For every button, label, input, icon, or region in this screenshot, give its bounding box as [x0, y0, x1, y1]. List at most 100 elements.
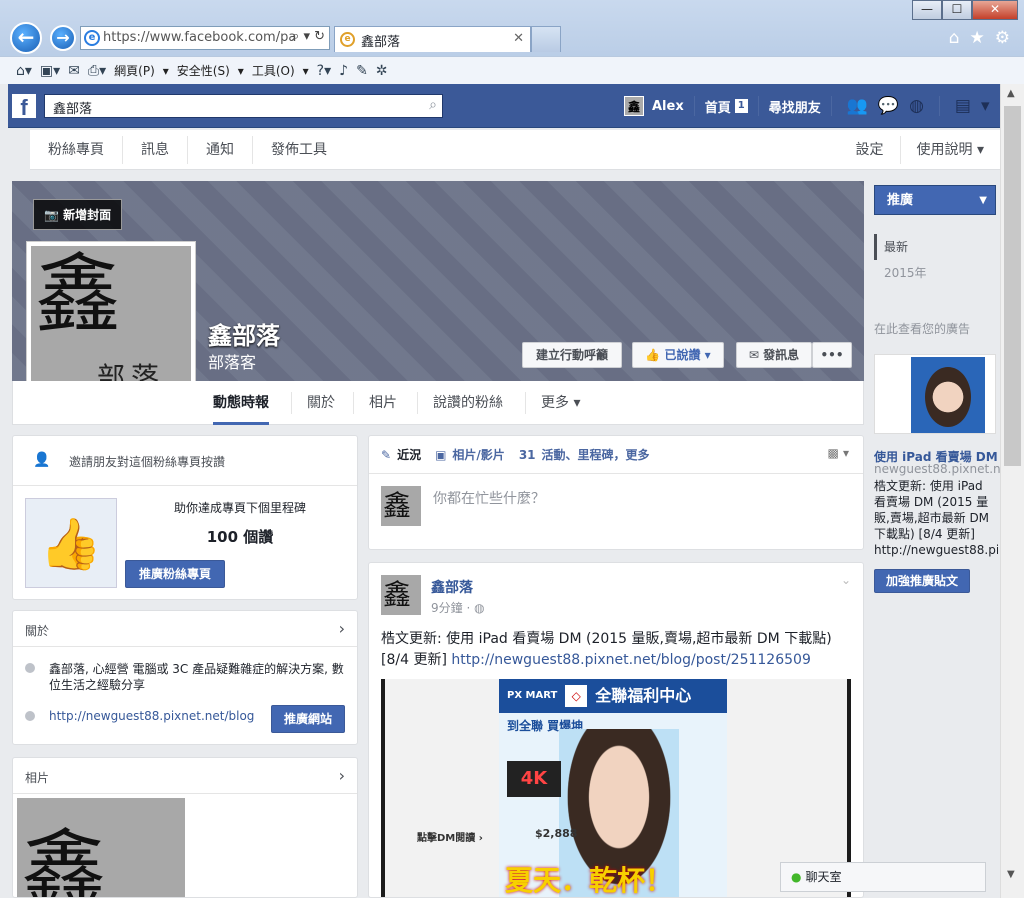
scroll-thumb[interactable]: [1004, 106, 1021, 466]
tab-photos[interactable]: 相片: [369, 381, 397, 425]
tab-more[interactable]: 更多 ▾: [541, 381, 580, 425]
create-cta-button[interactable]: 建立行動呼籲: [522, 342, 622, 368]
tab-about[interactable]: 關於: [307, 381, 335, 425]
account-menu-icon[interactable]: ▾: [981, 96, 990, 116]
address-text: https://www.facebook.com/pa: [103, 30, 297, 45]
boost-post-button[interactable]: 加強推廣貼文: [874, 569, 970, 593]
address-bar[interactable]: e https://www.facebook.com/pa ⌕ ▾ ↻: [80, 26, 330, 50]
composer-tab-photo[interactable]: ▣ 相片/影片: [435, 446, 505, 463]
year-latest[interactable]: 最新: [874, 234, 927, 260]
page-menu[interactable]: 網頁(P): [114, 62, 155, 79]
about-title[interactable]: 關於: [25, 624, 49, 638]
add-cover-button[interactable]: 📷 新增封面: [33, 199, 123, 230]
ad-url[interactable]: newguest88.pixnet.net: [874, 462, 1013, 476]
photos-title[interactable]: 相片: [25, 771, 49, 785]
search-input[interactable]: 鑫部落 ⌕: [44, 94, 443, 118]
nav-settings[interactable]: 設定: [840, 135, 901, 164]
nav-page[interactable]: 粉絲專頁: [30, 135, 123, 164]
goal-line: 助你達成專頁下個里程碑: [173, 501, 306, 515]
facebook-topbar: f 鑫部落 ⌕ 鑫 Alex 首頁 1 尋找朋友 👥 💬 ◍ ▤ ▾: [8, 84, 1000, 128]
addon-icon[interactable]: ♪: [339, 63, 348, 79]
close-tab-icon[interactable]: ✕: [513, 31, 524, 46]
post-time[interactable]: 9分鐘 · ◍: [431, 599, 485, 616]
rss-icon[interactable]: ▣▾: [40, 63, 60, 79]
home-icon[interactable]: ⌂: [949, 28, 960, 48]
tab-timeline[interactable]: 動態時報: [213, 381, 269, 425]
ad-image[interactable]: [874, 354, 996, 434]
pxmart-logo-icon: ◇: [565, 685, 588, 707]
user-name[interactable]: Alex: [652, 99, 684, 114]
browser-chrome: — ☐ ✕ ← → e https://www.facebook.com/pa …: [0, 0, 1024, 84]
search-refresh-icons[interactable]: ⌕ ▾ ↻: [292, 29, 325, 44]
tab-likes[interactable]: 說讚的粉絲: [433, 381, 503, 425]
composer-input[interactable]: 你都在忙些什麼？: [433, 488, 545, 508]
invite-friends-card: 👤 邀請朋友對這個粉絲專頁按讚 👍 助你達成專頁下個里程碑 100 個讚 推廣粉…: [12, 435, 358, 600]
help-icon[interactable]: ?▾: [317, 63, 331, 79]
page-category: 部落客: [208, 353, 257, 372]
nav-notifications[interactable]: 通知: [188, 135, 253, 164]
scroll-down-icon[interactable]: ▼: [1007, 869, 1015, 880]
browser-tab[interactable]: e 鑫部落 ✕: [334, 26, 531, 52]
post-author[interactable]: 鑫部落: [431, 577, 473, 597]
send-message-button[interactable]: ✉ 發訊息: [736, 342, 812, 368]
messages-icon[interactable]: 💬: [878, 96, 899, 116]
promote-page-button[interactable]: 推廣粉絲專頁: [125, 560, 225, 588]
post-link[interactable]: http://newguest88.pixnet.net/blog/post/2…: [451, 652, 811, 668]
post-as-selector[interactable]: ▩ ▾: [827, 446, 849, 460]
notifications-globe-icon[interactable]: ◍: [909, 96, 924, 116]
dm-price: $2,888: [535, 827, 578, 840]
nav-help[interactable]: 使用說明 ▾: [901, 136, 1000, 164]
liked-button[interactable]: 👍 已說讚 ▾: [632, 342, 724, 368]
print-icon[interactable]: ⎙▾: [88, 63, 106, 79]
addon-icon-2[interactable]: ✎: [356, 63, 368, 79]
mail-icon[interactable]: ✉: [68, 63, 80, 79]
find-friends-link[interactable]: 尋找朋友: [769, 97, 821, 116]
forward-button[interactable]: →: [50, 25, 76, 51]
nav-publishing-tools[interactable]: 發佈工具: [253, 136, 345, 164]
friend-requests-icon[interactable]: 👥: [847, 96, 868, 116]
home-icon[interactable]: ⌂▾: [16, 63, 32, 79]
ie-icon: e: [84, 30, 100, 46]
tools-menu[interactable]: 工具(O): [252, 62, 295, 79]
post-avatar[interactable]: 鑫: [381, 575, 421, 615]
composer-tab-status[interactable]: ✎ 近況: [381, 446, 421, 463]
home-link[interactable]: 首頁: [705, 97, 731, 116]
cover-photo: 📷 新增封面 鑫 部落 📷 鑫部落 部落客 建立行動呼籲 👍 已說讚 ▾ ✉ 發…: [12, 181, 864, 411]
maximize-button[interactable]: ☐: [942, 0, 972, 20]
chat-bar[interactable]: ● 聊天室: [780, 862, 986, 892]
year-filter: 最新 2015年: [874, 234, 927, 286]
nav-messages[interactable]: 訊息: [123, 135, 188, 164]
about-card: 關於 › 鑫部落, 心經營 電腦或 3C 產品疑難雜症的解決方案, 數位生活之經…: [12, 610, 358, 745]
invite-text[interactable]: 邀請朋友對這個粉絲專頁按讚: [69, 455, 225, 469]
new-tab-button[interactable]: [531, 26, 561, 52]
back-button[interactable]: ←: [10, 22, 42, 54]
minimize-button[interactable]: —: [912, 0, 942, 20]
chevron-down-icon[interactable]: ⌄: [841, 573, 851, 587]
thumbs-up-icon: 👍: [25, 498, 117, 588]
dm-side-label: 點擊DM閱讀 ›: [417, 833, 483, 844]
calendar-icon: 31: [518, 447, 536, 462]
search-icon[interactable]: ⌕: [429, 97, 437, 113]
scroll-up-icon[interactable]: ▲: [1007, 88, 1015, 99]
chat-status-icon: ●: [791, 870, 802, 884]
composer-tab-event[interactable]: 31 活動、里程碑，更多: [519, 446, 650, 463]
avatar[interactable]: 鑫: [624, 96, 644, 116]
close-button[interactable]: ✕: [972, 0, 1018, 20]
favorites-star-icon[interactable]: ★: [970, 28, 985, 48]
year-2015[interactable]: 2015年: [874, 260, 927, 286]
pencil-icon: ✎: [381, 447, 392, 462]
facebook-logo-icon[interactable]: f: [12, 94, 36, 120]
promote-website-button[interactable]: 推廣網站: [271, 705, 345, 733]
privacy-shortcuts-icon[interactable]: ▤: [955, 96, 971, 116]
photo-thumbnail[interactable]: 鑫: [17, 798, 185, 897]
gear-icon[interactable]: ✲: [376, 63, 388, 79]
scrollbar[interactable]: ▲ ▼: [1000, 84, 1024, 898]
safety-menu[interactable]: 安全性(S): [177, 62, 230, 79]
more-options-button[interactable]: •••: [812, 342, 852, 368]
chevron-right-icon[interactable]: ›: [339, 766, 345, 785]
promote-dropdown[interactable]: 推廣 ▼: [874, 185, 996, 215]
about-url[interactable]: http://newguest88.pixnet.net/blog: [49, 709, 254, 723]
home-badge: 1: [734, 99, 748, 113]
settings-gear-icon[interactable]: ⚙: [995, 28, 1010, 48]
chevron-right-icon[interactable]: ›: [339, 619, 345, 638]
